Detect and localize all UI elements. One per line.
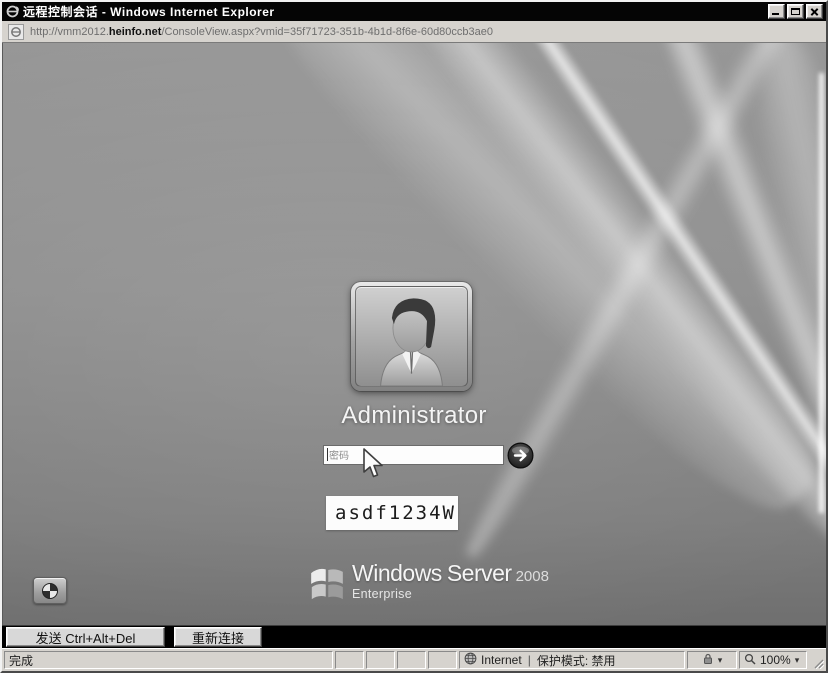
zone-separator: |	[527, 653, 531, 667]
brand-windows: Windows	[352, 560, 442, 586]
status-cell	[366, 651, 395, 669]
security-report-button[interactable]: ▾	[687, 651, 737, 669]
send-ctrl-alt-del-button[interactable]: 发送 Ctrl+Alt+Del	[6, 627, 165, 647]
address-bar: http://vmm2012.heinfo.net/ConsoleView.as…	[2, 21, 826, 43]
globe-icon	[464, 652, 477, 668]
maximize-icon	[791, 8, 800, 15]
page-icon	[8, 23, 24, 40]
ease-of-access-button[interactable]	[33, 577, 67, 604]
status-cell	[335, 651, 364, 669]
brand-edition: Enterprise	[352, 587, 412, 601]
chevron-down-icon: ▾	[794, 654, 800, 665]
close-button[interactable]	[806, 4, 823, 19]
username-label: Administrator	[341, 402, 487, 429]
url-domain: heinfo.net	[108, 25, 162, 38]
status-bar: 完成 Internet | 保护模式: 禁用 ▾ 100% ▾	[2, 648, 826, 671]
zoom-control[interactable]: 100% ▾	[739, 651, 807, 669]
ease-of-access-icon	[42, 582, 58, 599]
console-control-strip: 发送 Ctrl+Alt+Del 重新连接	[2, 625, 826, 648]
brand-server: Server	[446, 560, 512, 586]
window-title: 远程控制会话 - Windows Internet Explorer	[23, 5, 275, 19]
windows-server-logo: Windows Server 2008 Enterprise	[309, 560, 549, 606]
remote-console-screen[interactable]: Administrator asdf1234W	[2, 43, 826, 625]
minimize-icon	[772, 13, 779, 15]
password-hint-box: asdf1234W	[326, 496, 458, 530]
password-input[interactable]	[323, 445, 504, 465]
security-zone-panel: Internet | 保护模式: 禁用	[459, 651, 685, 669]
windows-flag-icon	[309, 563, 345, 606]
lock-icon	[702, 653, 714, 668]
browser-window: 远程控制会话 - Windows Internet Explorer http:…	[0, 0, 828, 673]
reconnect-button[interactable]: 重新连接	[174, 627, 262, 647]
minimize-button[interactable]	[768, 4, 785, 19]
status-cell	[397, 651, 426, 669]
title-bar: 远程控制会话 - Windows Internet Explorer	[2, 2, 826, 21]
text-caret	[327, 448, 328, 461]
url-path: /ConsoleView.aspx?vmid=35f71723-351b-4b1…	[161, 25, 494, 38]
status-text: 完成	[9, 653, 34, 668]
zoom-level-label: 100%	[760, 653, 791, 667]
edge-light-streak	[819, 73, 824, 513]
status-text-panel: 完成	[4, 651, 333, 669]
mouse-cursor-icon	[361, 448, 387, 485]
zone-label: Internet	[481, 653, 522, 667]
url-text[interactable]: http://vmm2012.heinfo.net/ConsoleView.as…	[30, 26, 493, 38]
user-avatar-tile[interactable]	[351, 282, 472, 391]
maximize-button[interactable]	[787, 4, 804, 19]
chevron-down-icon: ▾	[717, 654, 723, 665]
url-prefix: http://vmm2012.	[30, 25, 109, 38]
avatar	[355, 286, 468, 387]
ie-logo-icon	[5, 5, 19, 19]
protected-mode-label: 保护模式: 禁用	[536, 653, 616, 668]
magnifier-icon	[744, 653, 756, 668]
password-hint-text: asdf1234W	[335, 502, 456, 524]
login-go-button[interactable]	[507, 442, 534, 469]
brand-year: 2008	[515, 568, 549, 585]
resize-grip[interactable]	[809, 651, 824, 669]
status-cell	[428, 651, 457, 669]
